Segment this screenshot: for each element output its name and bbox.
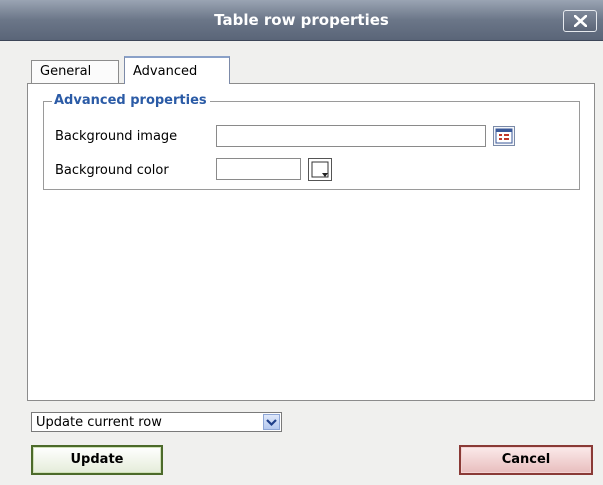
dialog-title: Table row properties [214, 11, 389, 29]
background-image-label: Background image [55, 129, 178, 144]
tab-general-label: General [40, 64, 92, 79]
cancel-button[interactable]: Cancel [459, 445, 593, 475]
close-button[interactable] [563, 10, 597, 32]
tab-advanced[interactable]: Advanced [124, 56, 230, 84]
tab-general[interactable]: General [31, 60, 119, 84]
tab-advanced-label: Advanced [133, 64, 198, 79]
title-bar[interactable]: Table row properties [0, 0, 603, 41]
update-button[interactable]: Update [31, 445, 163, 475]
background-color-input[interactable] [216, 158, 301, 180]
browse-icon [495, 128, 513, 144]
dropdown-arrow[interactable] [263, 414, 280, 430]
color-picker-button[interactable] [308, 158, 332, 181]
table-row-properties-dialog: Table row properties General Advanced Ad… [0, 0, 603, 485]
update-scope-select[interactable]: Update current row [31, 412, 282, 432]
background-image-input[interactable] [216, 125, 486, 147]
color-picker-icon [311, 161, 329, 178]
browse-button[interactable] [493, 126, 515, 146]
advanced-properties-fieldset: Advanced properties Background image Bac… [43, 93, 580, 190]
advanced-panel: Advanced properties Background image Bac… [27, 83, 595, 401]
update-scope-value: Update current row [36, 415, 162, 430]
background-color-label: Background color [55, 163, 169, 178]
fieldset-legend: Advanced properties [52, 93, 210, 108]
chevron-down-icon [266, 419, 277, 427]
close-icon [574, 15, 587, 27]
